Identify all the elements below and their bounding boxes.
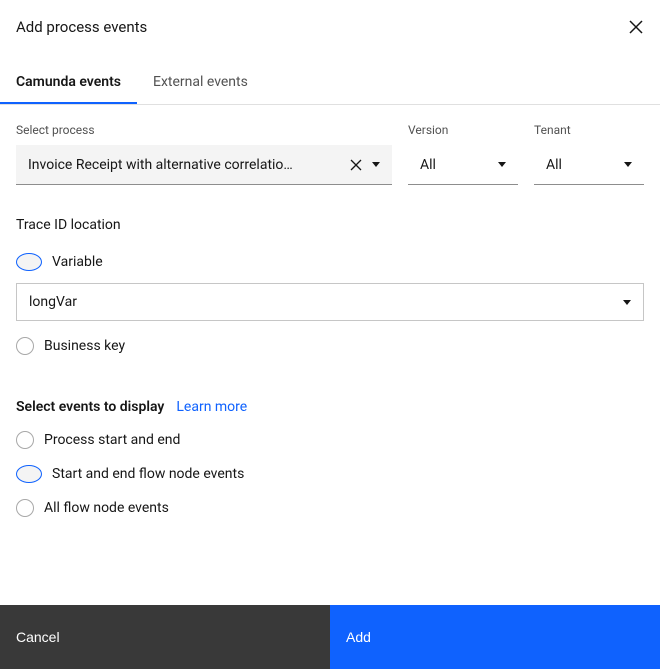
version-value: All	[420, 157, 490, 173]
cancel-button[interactable]: Cancel	[0, 605, 330, 669]
tenant-label: Tenant	[534, 123, 644, 137]
trace-heading: Trace ID location	[16, 217, 644, 233]
clear-icon[interactable]	[350, 159, 362, 171]
dialog-title: Add process events	[16, 18, 147, 36]
process-value: Invoice Receipt with alternative correla…	[28, 157, 342, 173]
radio-dot-icon	[16, 465, 42, 483]
radio-dot-icon	[16, 253, 42, 271]
tenant-value: All	[546, 157, 616, 173]
radio-variable-label: Variable	[52, 254, 103, 270]
close-icon[interactable]	[628, 19, 644, 35]
chevron-down-icon	[498, 162, 506, 167]
radio-process-start-end[interactable]: Process start and end	[16, 423, 644, 457]
tabs: Camunda events External events	[0, 62, 660, 105]
radio-label: Start and end flow node events	[52, 466, 244, 482]
radio-variable[interactable]: Variable	[16, 245, 644, 279]
variable-select[interactable]: longVar	[16, 283, 644, 321]
radio-business-key[interactable]: Business key	[16, 329, 644, 363]
radio-start-end-flow-node[interactable]: Start and end flow node events	[16, 457, 644, 491]
process-label: Select process	[16, 123, 392, 137]
radio-label: Process start and end	[44, 432, 180, 448]
chevron-down-icon	[372, 162, 380, 167]
radio-all-flow-node[interactable]: All flow node events	[16, 491, 644, 525]
tab-external-events[interactable]: External events	[137, 62, 264, 104]
dialog-footer: Cancel Add	[0, 605, 660, 669]
variable-value: longVar	[29, 294, 623, 310]
chevron-down-icon	[623, 300, 631, 305]
add-button[interactable]: Add	[330, 605, 660, 669]
version-label: Version	[408, 123, 518, 137]
radio-circle-icon	[16, 431, 34, 449]
learn-more-link[interactable]: Learn more	[176, 399, 247, 415]
events-heading: Select events to display	[16, 399, 164, 415]
radio-label: All flow node events	[44, 500, 169, 516]
tab-camunda-events[interactable]: Camunda events	[0, 62, 137, 104]
radio-circle-icon	[16, 337, 34, 355]
radio-business-key-label: Business key	[44, 338, 125, 354]
radio-circle-icon	[16, 499, 34, 517]
version-select[interactable]: All	[408, 145, 518, 185]
process-select[interactable]: Invoice Receipt with alternative correla…	[16, 145, 392, 185]
tenant-select[interactable]: All	[534, 145, 644, 185]
chevron-down-icon	[624, 162, 632, 167]
